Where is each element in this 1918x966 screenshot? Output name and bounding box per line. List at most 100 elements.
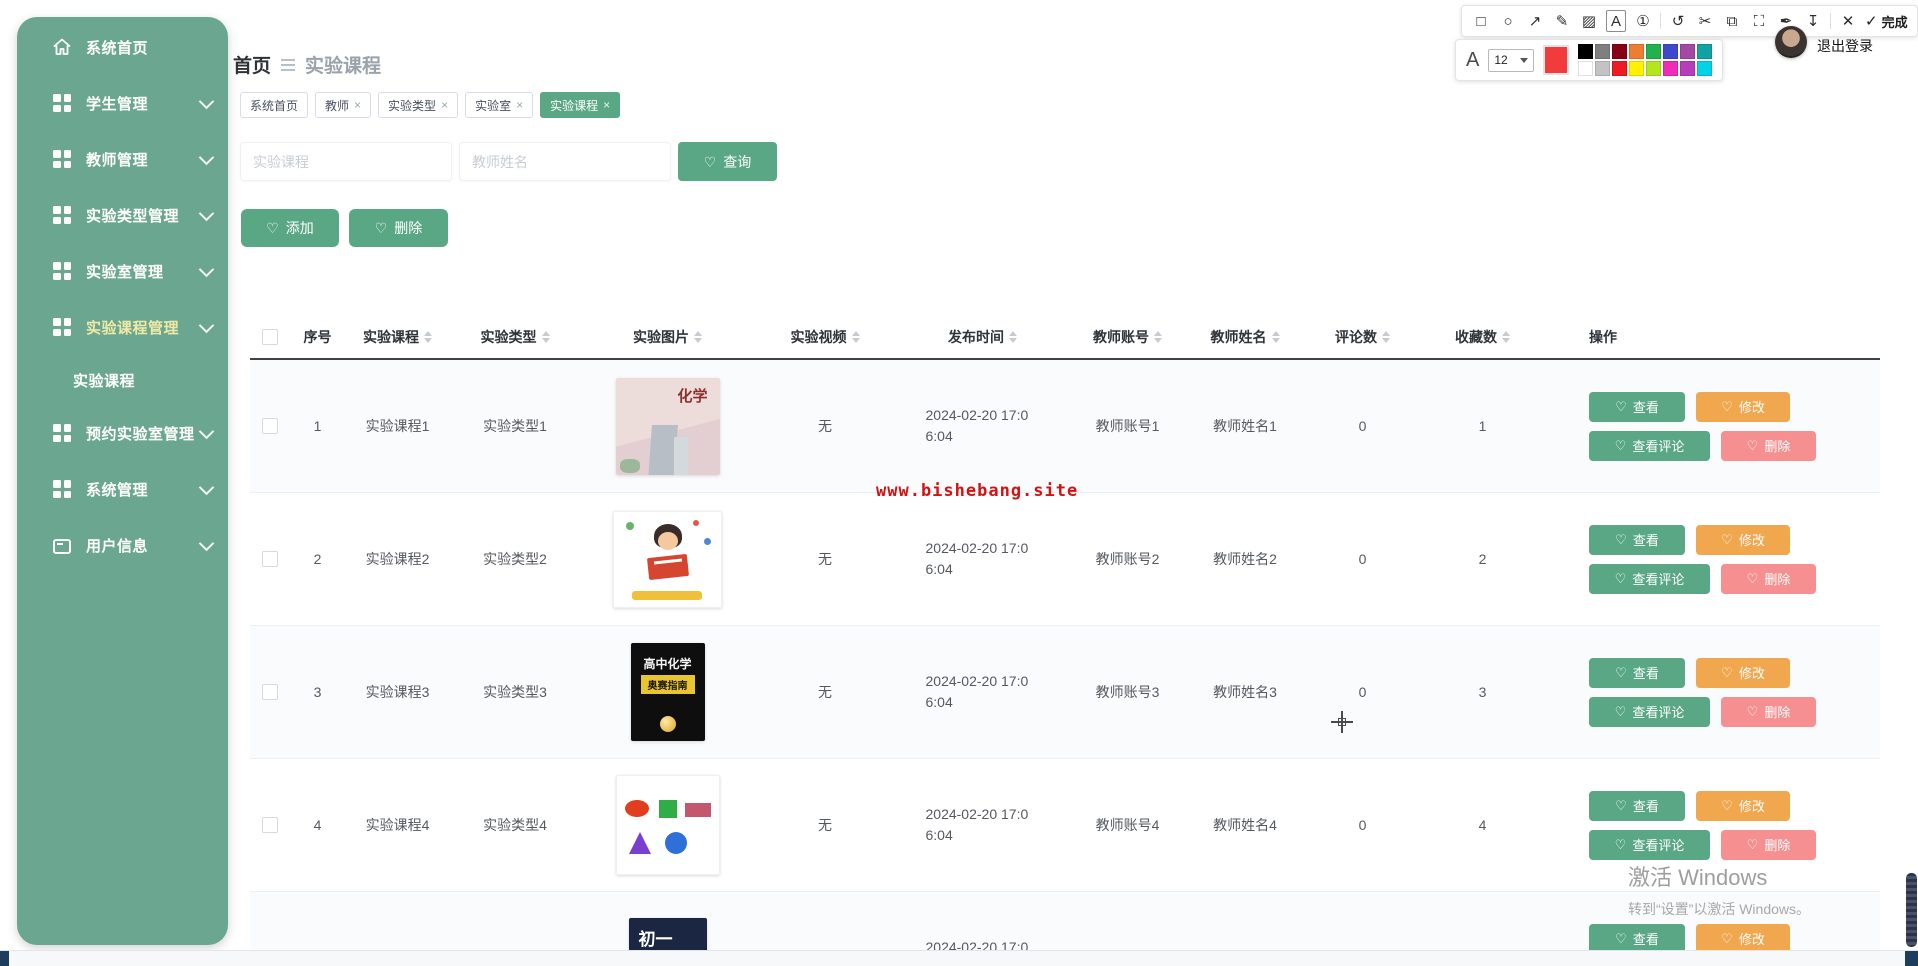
palette-swatch[interactable] [1663,61,1679,76]
row-checkbox[interactable] [262,418,278,434]
course-image-thumbnail[interactable] [615,775,720,875]
sort-carets-icon[interactable] [1502,331,1510,343]
sidebar-item-2[interactable]: 教师管理 [17,131,228,187]
sort-carets-icon[interactable] [1009,331,1017,343]
view-comments-button[interactable]: ♡ 查看评论 [1589,829,1710,860]
palette-swatch[interactable] [1629,44,1645,59]
course-search-input[interactable] [240,142,452,181]
palette-swatch[interactable] [1680,44,1696,59]
step-number-tool[interactable]: ① [1633,10,1653,32]
sidebar-item-4[interactable]: 实验室管理 [17,243,228,299]
tab-close-icon[interactable]: × [441,99,448,111]
sort-carets-icon[interactable] [851,331,860,343]
undo-tool[interactable]: ↺ [1668,10,1688,32]
rectangle-tool[interactable]: □ [1471,10,1491,32]
sidebar-item-7[interactable]: 预约实验室管理 [17,405,228,461]
edit-button[interactable]: ♡ 修改 [1696,391,1790,422]
sidebar-item-6[interactable]: 实验课程 [17,355,228,405]
view-comments-button[interactable]: ♡ 查看评论 [1589,563,1710,594]
row-checkbox[interactable] [262,684,278,700]
delete-row-button[interactable]: ♡ 删除 [1721,829,1816,860]
palette-swatch[interactable] [1595,61,1611,76]
view-comments-button[interactable]: ♡ 查看评论 [1589,430,1710,461]
sort-carets-icon[interactable] [541,331,550,343]
view-comments-button[interactable]: ♡ 查看评论 [1589,696,1710,727]
edit-button[interactable]: ♡ 修改 [1696,790,1790,821]
font-size-dropdown[interactable]: 12 [1488,48,1535,72]
view-button[interactable]: ♡ 查看 [1589,923,1685,954]
add-button[interactable]: ♡ 添加 [241,209,339,247]
course-image-thumbnail[interactable] [613,510,722,608]
view-button[interactable]: ♡ 查看 [1589,657,1685,688]
vertical-scrollbar-thumb[interactable] [1906,873,1917,947]
text-tool[interactable]: A [1606,10,1626,32]
palette-swatch[interactable] [1595,44,1611,59]
sidebar-item-1[interactable]: 学生管理 [17,75,228,131]
view-button[interactable]: ♡ 查看 [1589,391,1685,422]
sort-carets-icon[interactable] [1271,331,1280,343]
query-button[interactable]: ♡ 查询 [678,142,777,181]
palette-swatch[interactable] [1663,44,1679,59]
course-image-thumbnail[interactable]: 高中化学 奥赛指南 [630,643,705,741]
edit-button[interactable]: ♡ 修改 [1696,923,1790,954]
view-button[interactable]: ♡ 查看 [1589,790,1685,821]
palette-swatch[interactable] [1680,61,1696,76]
sidebar-collapse-chevron[interactable]: › [0,464,1,492]
palette-swatch[interactable] [1578,61,1594,76]
sidebar-item-3[interactable]: 实验类型管理 [17,187,228,243]
palette-swatch[interactable] [1578,44,1594,59]
copy-tool[interactable]: ⧉ [1722,10,1742,32]
delete-row-button[interactable]: ♡ 删除 [1721,696,1816,727]
region-tool[interactable]: ✂ [1695,10,1715,32]
teacher-search-input[interactable] [459,142,671,181]
done-button[interactable]: ✓ 完成 [1865,12,1908,31]
sort-carets-icon[interactable] [1382,331,1390,343]
palette-swatch[interactable] [1612,61,1628,76]
sidebar-item-5[interactable]: 实验课程管理 [17,299,228,355]
tab-4[interactable]: 实验课程 × [540,92,621,118]
user-avatar[interactable] [1775,26,1807,58]
palette-swatch[interactable] [1612,44,1628,59]
fullscreen-tool[interactable]: ⛶ [1749,10,1769,32]
pencil-tool[interactable]: ✎ [1552,10,1572,32]
sort-carets-icon[interactable] [424,331,432,343]
palette-swatch[interactable] [1629,61,1645,76]
arrow-tool[interactable]: ↗ [1525,10,1545,32]
delete-row-button[interactable]: ♡ 删除 [1721,430,1816,461]
mosaic-tool[interactable]: ▨ [1579,10,1599,32]
tab-1[interactable]: 教师 × [315,92,372,118]
palette-swatch[interactable] [1646,61,1662,76]
row-checkbox-cell [250,418,290,434]
save-tool[interactable]: ↧ [1803,10,1823,32]
ellipse-tool[interactable]: ○ [1498,10,1518,32]
current-color-swatch[interactable] [1543,45,1570,75]
sidebar-item-8[interactable]: 系统管理 [17,461,228,517]
delete-row-button[interactable]: ♡ 删除 [1721,563,1816,594]
palette-swatch[interactable] [1646,44,1662,59]
edit-button[interactable]: ♡ 修改 [1696,524,1790,555]
logout-button[interactable]: 退出登录 [1817,36,1873,56]
horizontal-scrollbar-track[interactable] [0,950,1918,966]
select-all-checkbox[interactable] [262,329,278,345]
close-tool[interactable]: ✕ [1838,10,1858,32]
course-image-thumbnail[interactable]: 化学 [615,377,720,475]
edit-button[interactable]: ♡ 修改 [1696,657,1790,688]
palette-swatch[interactable] [1697,44,1713,59]
row-checkbox[interactable] [262,551,278,567]
sort-carets-icon[interactable] [694,331,702,343]
sidebar-item-9[interactable]: 用户信息 [17,517,228,573]
sidebar-item-0[interactable]: 系统首页 [17,19,228,75]
palette-swatch[interactable] [1697,61,1713,76]
tab-close-icon[interactable]: × [603,99,610,111]
view-button[interactable]: ♡ 查看 [1589,524,1685,555]
tab-close-icon[interactable]: × [354,99,361,111]
row-checkbox[interactable] [262,817,278,833]
tab-label: 实验类型 [388,98,437,113]
tab-close-icon[interactable]: × [516,99,523,111]
sort-carets-icon[interactable] [1154,331,1162,343]
delete-button[interactable]: ♡ 删除 [349,209,448,247]
tab-3[interactable]: 实验室 × [465,92,534,118]
breadcrumb-home[interactable]: 首页 [233,51,271,78]
tab-0[interactable]: 系统首页 [240,92,309,118]
tab-2[interactable]: 实验类型 × [378,92,459,118]
